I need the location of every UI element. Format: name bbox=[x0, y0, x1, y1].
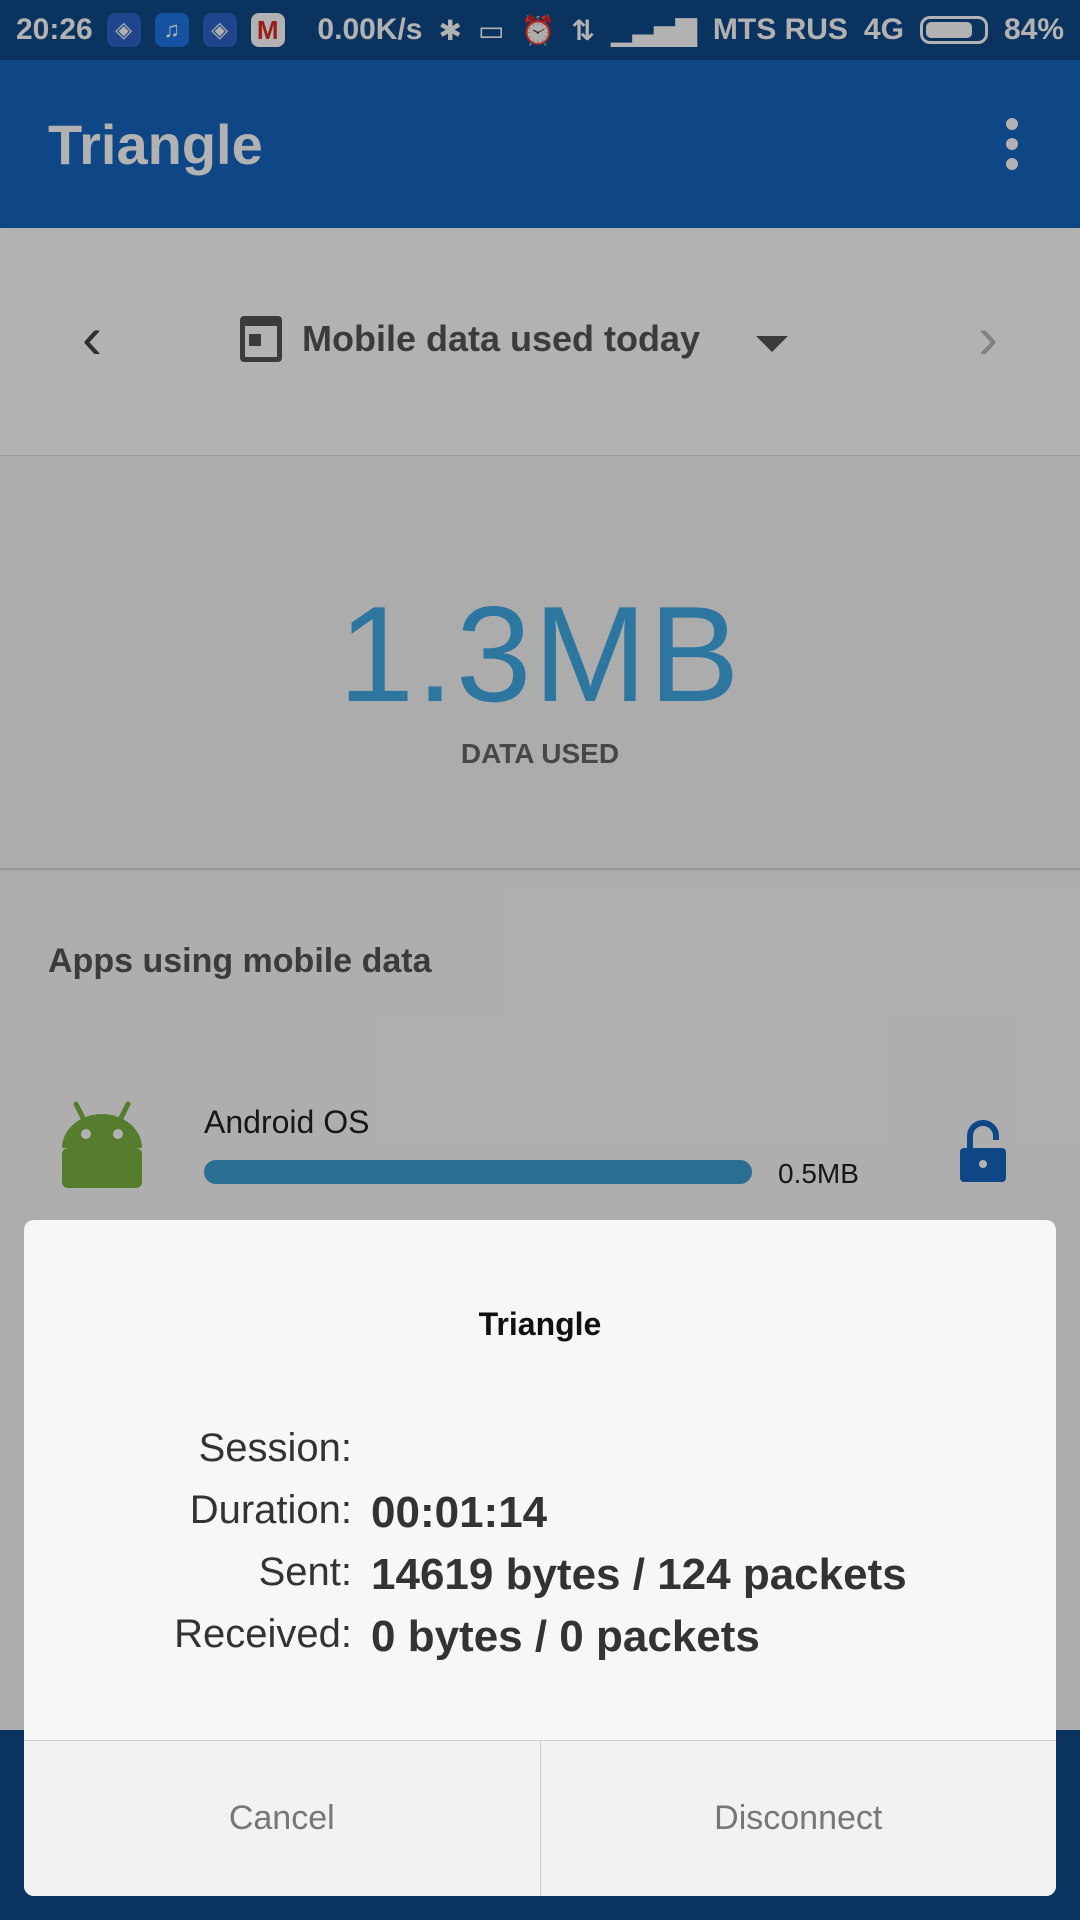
duration-label: Duration: bbox=[189, 1488, 352, 1532]
dialog-title: Triangle bbox=[478, 1306, 602, 1342]
received-value: 0 bytes / 0 packets bbox=[371, 1612, 760, 1661]
received-row: Received: 0 bytes / 0 packets bbox=[24, 1612, 1056, 1674]
cancel-button[interactable]: Cancel bbox=[24, 1741, 540, 1896]
session-dialog: Triangle Session: Duration: 00:01:14 Sen… bbox=[24, 1220, 1056, 1896]
dialog-stats: Session: Duration: 00:01:14 Sent: 14619 … bbox=[24, 1426, 1056, 1674]
dialog-actions: Cancel Disconnect bbox=[24, 1740, 1056, 1896]
sent-label: Sent: bbox=[258, 1550, 352, 1594]
sent-value: 14619 bytes / 124 packets bbox=[371, 1550, 907, 1599]
received-label: Received: bbox=[174, 1612, 352, 1656]
session-label: Session: bbox=[198, 1426, 352, 1470]
disconnect-button[interactable]: Disconnect bbox=[539, 1741, 1057, 1896]
sent-row: Sent: 14619 bytes / 124 packets bbox=[24, 1550, 1056, 1612]
duration-row: Duration: 00:01:14 bbox=[24, 1488, 1056, 1550]
session-row: Session: bbox=[24, 1426, 1056, 1488]
duration-value: 00:01:14 bbox=[371, 1488, 548, 1537]
